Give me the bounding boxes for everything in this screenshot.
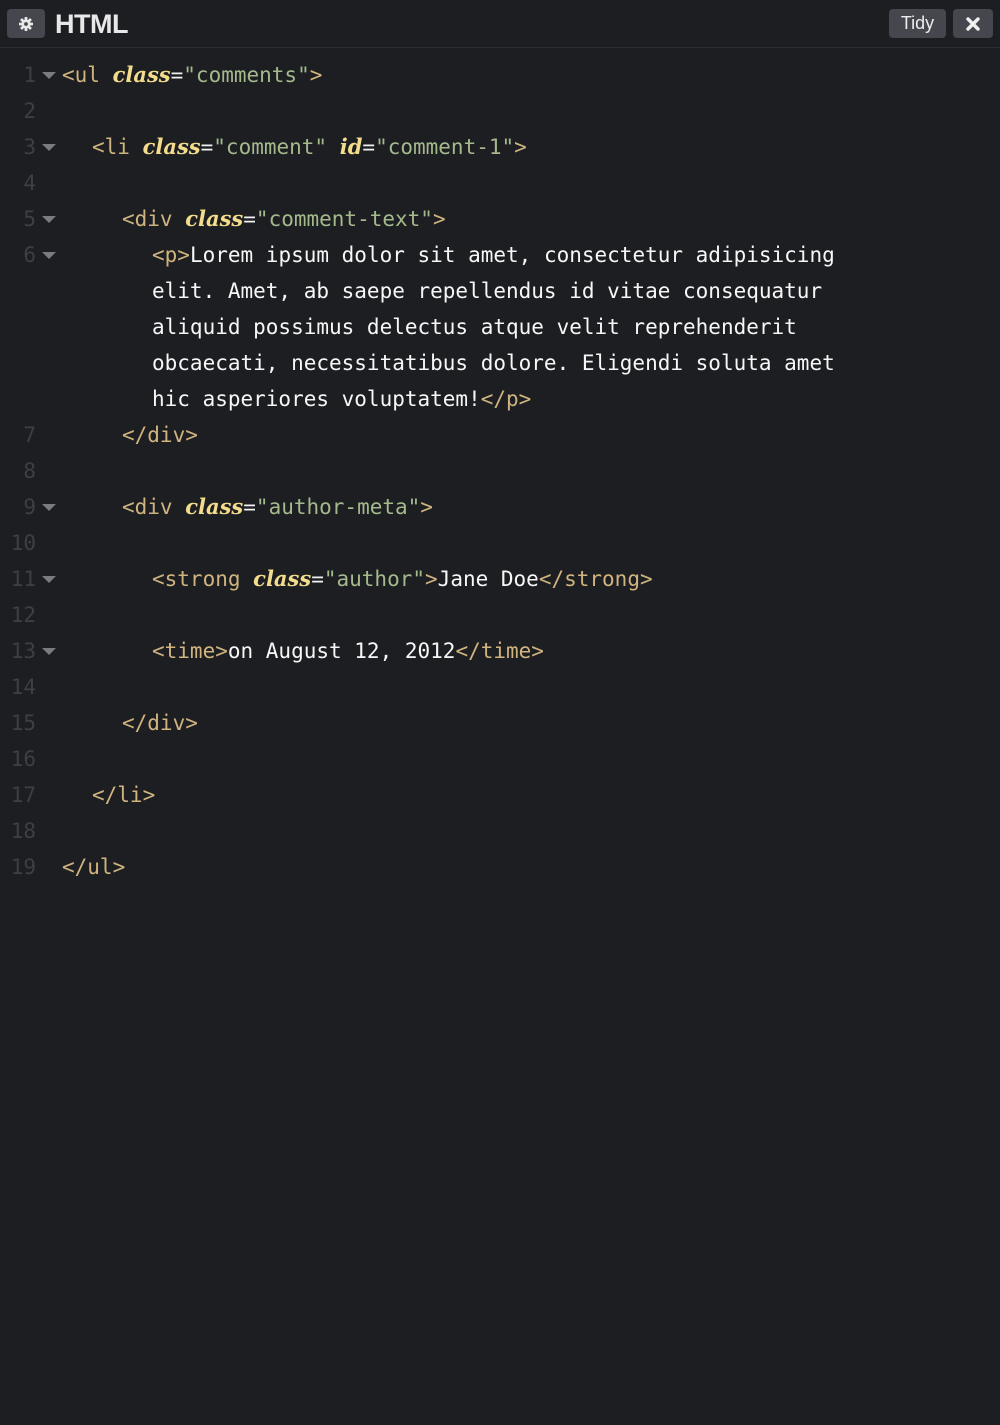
code-line-3: <li class="comment" id="comment-1">: [92, 134, 527, 159]
line-number: 6: [23, 243, 36, 267]
code-line-19: </ul>: [62, 855, 126, 879]
editor-header: HTML Tidy: [0, 0, 1000, 48]
close-icon: [966, 16, 980, 31]
line-number: 2: [23, 99, 36, 123]
code-line-6a: <p>Lorem ipsum dolor sit amet, consectet…: [152, 243, 835, 267]
code-line-13: <time>on August 12, 2012</time>: [152, 639, 544, 663]
code-line-9: <div class="author-meta">: [122, 494, 433, 519]
line-number: 17: [10, 783, 36, 807]
line-number: 16: [10, 747, 36, 771]
fold-toggle-icon[interactable]: [42, 576, 56, 583]
line-number: 8: [23, 459, 36, 483]
line-number: 1: [23, 63, 36, 87]
fold-toggle-icon[interactable]: [42, 252, 56, 259]
code-line-6e: hic asperiores voluptatem!</p>: [152, 387, 532, 411]
fold-toggle-icon[interactable]: [42, 72, 56, 79]
line-number: 13: [10, 639, 36, 663]
code-line-1: <ul class="comments">: [62, 62, 323, 87]
line-number: 11: [10, 567, 36, 591]
line-number: 18: [10, 819, 36, 843]
fold-toggle-icon[interactable]: [42, 216, 56, 223]
fold-toggle-icon[interactable]: [42, 504, 56, 511]
fold-toggle-icon[interactable]: [42, 144, 56, 151]
code-line-17: </li>: [92, 783, 156, 807]
code-line-6c: aliquid possimus delectus atque velit re…: [152, 315, 797, 339]
line-number: 10: [10, 531, 36, 555]
line-number: 4: [23, 171, 36, 195]
line-number: 9: [23, 495, 36, 519]
fold-toggle-icon[interactable]: [42, 648, 56, 655]
code-line-15: </div>: [122, 711, 198, 735]
code-line-5: <div class="comment-text">: [122, 206, 446, 231]
line-number: 19: [10, 855, 36, 879]
line-number: 14: [10, 675, 36, 699]
tidy-button[interactable]: Tidy: [889, 9, 946, 38]
settings-button[interactable]: [7, 9, 45, 38]
line-number: 15: [10, 711, 36, 735]
line-number: 3: [23, 135, 36, 159]
code-editor[interactable]: 1 2 3 4 5 6 7 8 9 10 11 12 13 14 15 16 1…: [0, 57, 1000, 897]
code-line-11: <strong class="author">Jane Doe</strong>: [152, 566, 653, 591]
code-line-6d: obcaecati, necessitatibus dolore. Eligen…: [152, 351, 835, 375]
code-line-6b: elit. Amet, ab saepe repellendus id vita…: [152, 279, 823, 303]
line-number: 5: [23, 207, 36, 231]
code-area[interactable]: <ul class="comments"> <li class="comment…: [62, 57, 967, 1425]
line-number: 12: [10, 603, 36, 627]
close-button[interactable]: [953, 9, 993, 38]
line-number: 7: [23, 423, 36, 447]
panel-title: HTML: [55, 9, 128, 39]
code-line-7: </div>: [122, 423, 198, 447]
gear-icon: [19, 16, 33, 31]
